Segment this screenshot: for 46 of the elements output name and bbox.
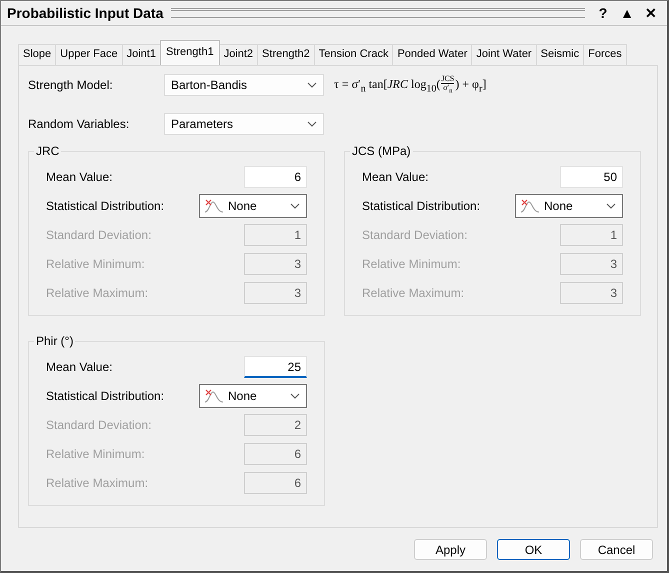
- field-label: Mean Value:: [362, 170, 428, 184]
- group-title: JRC: [35, 144, 60, 158]
- group-title: Phir (°): [35, 334, 74, 348]
- field-label: Standard Deviation:: [362, 228, 468, 242]
- field-label: Relative Maximum:: [362, 286, 464, 300]
- chevron-icon: [307, 82, 317, 88]
- distribution-dropdown[interactable]: None: [199, 194, 307, 218]
- field-label: Mean Value:: [46, 360, 112, 374]
- distribution-dropdown[interactable]: None: [515, 194, 623, 218]
- field-label: Random Variables:: [28, 117, 130, 131]
- field-label: Standard Deviation:: [46, 228, 152, 242]
- tab[interactable]: Strength1: [160, 40, 220, 65]
- window-control[interactable]: ✕: [641, 5, 661, 21]
- window-control[interactable]: ?: [593, 5, 613, 21]
- strength-model-dropdown[interactable]: Barton-Bandis: [164, 74, 324, 96]
- group-title: JCS (MPa): [351, 144, 412, 158]
- dialog-button[interactable]: Cancel: [580, 539, 653, 560]
- window-control[interactable]: ▲: [617, 5, 637, 21]
- number-field[interactable]: 50: [560, 166, 623, 188]
- distribution-curve-icon: [204, 388, 224, 402]
- distribution-dropdown[interactable]: None: [199, 384, 307, 408]
- field-label: Relative Maximum:: [46, 286, 148, 300]
- distribution-curve-icon: [204, 198, 224, 212]
- window-title: Probabilistic Input Data: [7, 5, 164, 21]
- field-label: Relative Minimum:: [362, 256, 461, 270]
- field-label: Standard Deviation:: [46, 418, 152, 432]
- field-label: Relative Maximum:: [46, 476, 148, 490]
- field-label: Relative Minimum:: [46, 446, 145, 460]
- number-field[interactable]: 6: [244, 166, 307, 188]
- tab[interactable]: Slope: [18, 44, 56, 65]
- dialog-button[interactable]: Apply: [414, 539, 487, 560]
- chevron-icon: [290, 202, 300, 208]
- dialog-button[interactable]: OK: [497, 539, 570, 560]
- field-label: Statistical Distribution:: [46, 388, 164, 402]
- field-label: Statistical Distribution:: [362, 198, 480, 212]
- field-label: Strength Model:: [28, 78, 114, 92]
- tab[interactable]: Forces: [583, 44, 627, 65]
- chevron-icon: [606, 202, 616, 208]
- random-variables-dropdown[interactable]: Parameters: [164, 113, 324, 135]
- chevron-icon: [290, 392, 300, 398]
- field-label: Statistical Distribution:: [46, 198, 164, 212]
- number-field[interactable]: 25: [244, 356, 307, 378]
- distribution-curve-icon: [520, 198, 540, 212]
- chevron-icon: [307, 121, 317, 127]
- field-label: Mean Value:: [46, 170, 112, 184]
- field-label: Relative Minimum:: [46, 256, 145, 270]
